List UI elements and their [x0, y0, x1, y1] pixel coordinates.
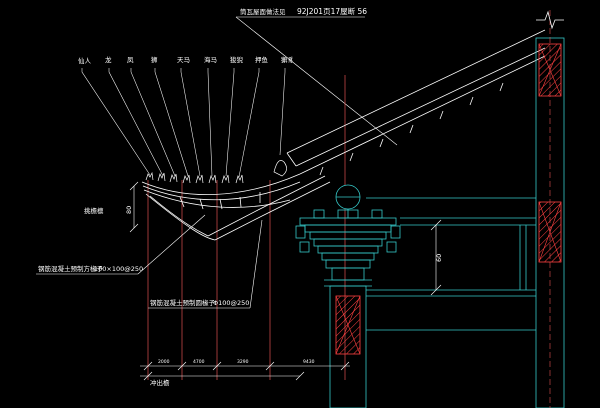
dim-1: 2000 — [158, 359, 170, 365]
roof-spec-text: 筒瓦屋面做法见 — [240, 7, 286, 16]
ornament-label-3: 凤 — [127, 56, 134, 64]
dim-4: 9430 — [303, 359, 315, 365]
ornament-label-9: 獬豸 — [281, 55, 294, 64]
ornament-label-8: 押鱼 — [255, 55, 269, 64]
ornament-label-5: 天马 — [177, 56, 190, 64]
ornament-label-1: 仙人 — [78, 56, 92, 65]
eave-label: 挑檐檩 — [84, 206, 104, 215]
round-rafter-spec: Φ100@250 — [213, 299, 249, 307]
overhang-label: 冲出檐 — [150, 378, 170, 387]
roof-spec-ref: 92J201页17屋断 56 — [297, 6, 367, 16]
round-rafter-text: 钢筋混凝土预制圆椽子 — [150, 298, 216, 307]
eave-dim-text: 80 — [125, 206, 133, 214]
ornament-label-7: 狻猊 — [230, 55, 244, 64]
cad-drawing-canvas: 筒瓦屋面做法见 92J201页17屋断 56 仙人 龙 凤 狮 天马 海马 狻猊… — [0, 0, 600, 408]
square-rafter-spec: 100×100@250 — [94, 265, 143, 273]
ornament-label-4: 狮 — [151, 56, 158, 64]
ornament-label-2: 龙 — [105, 55, 112, 64]
right-dim-text: 60 — [435, 254, 443, 262]
ornament-label-6: 海马 — [204, 55, 217, 64]
dim-2: 4700 — [193, 359, 205, 365]
dim-3: 3290 — [237, 359, 249, 365]
